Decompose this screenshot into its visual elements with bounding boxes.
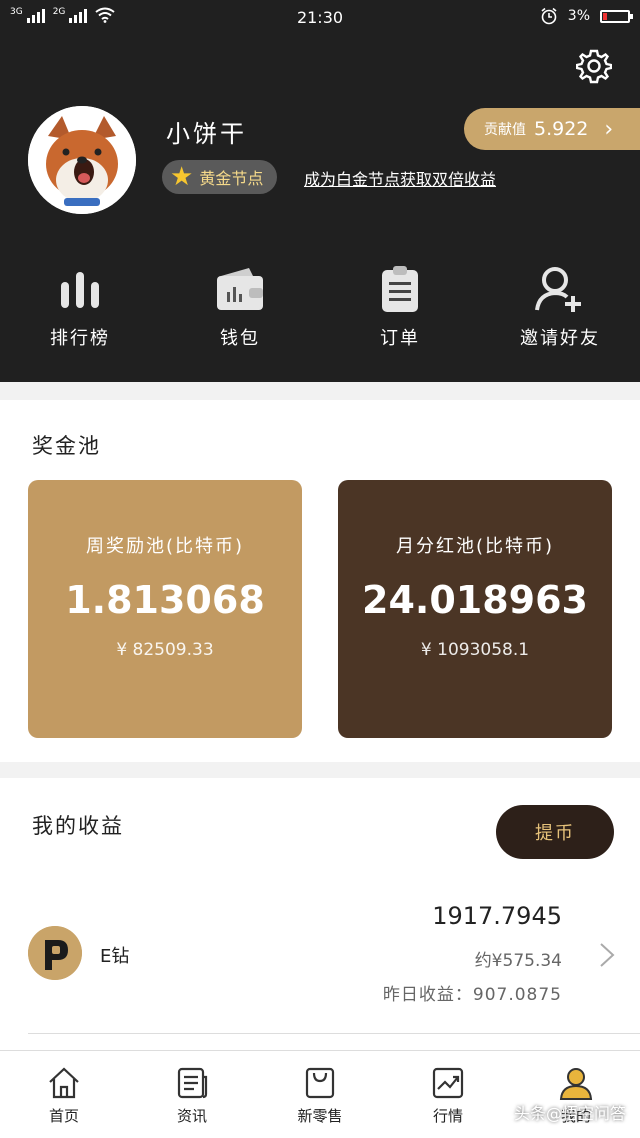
tab-home-label: 首页 bbox=[48, 1107, 79, 1125]
tab-mine[interactable]: 我的 bbox=[512, 1051, 640, 1138]
shopping-bag-icon bbox=[305, 1067, 335, 1099]
user-icon bbox=[559, 1068, 593, 1100]
weekly-pool-amount: 1.813068 bbox=[65, 578, 265, 622]
bar-chart-icon bbox=[61, 272, 99, 308]
quick-actions: 排行榜 钱包 订单 邀请好友 bbox=[0, 262, 640, 350]
watermark: 头条@悟空问答 bbox=[514, 1100, 626, 1124]
coin-name: E钻 bbox=[100, 946, 130, 967]
quick-orders[interactable]: 订单 bbox=[320, 262, 480, 350]
home-icon bbox=[49, 1067, 79, 1099]
status-bar: 3G 2G 21:30 3% bbox=[0, 0, 640, 34]
quick-invite-label: 邀请好友 bbox=[520, 328, 600, 349]
chevron-right-icon bbox=[600, 943, 615, 967]
coin-cny-value: 约¥575.34 bbox=[474, 951, 562, 971]
monthly-pool-card[interactable]: 月分红池(比特币) 24.018963 ¥ 1093058.1 bbox=[338, 480, 612, 738]
my-income-section: 我的收益 提币 E钻 1917.7945 约¥575.34 昨日收益：907.0… bbox=[0, 778, 640, 1050]
quick-wallet[interactable]: 钱包 bbox=[160, 262, 320, 350]
weekly-pool-card[interactable]: 周奖励池(比特币) 1.813068 ¥ 82509.33 bbox=[28, 480, 302, 738]
withdraw-button[interactable]: 提币 bbox=[496, 805, 614, 859]
member-level-badge[interactable]: ★ 黄金节点 bbox=[162, 160, 278, 194]
profile-header: 小饼干 ★ 黄金节点 成为白金节点获取双倍收益 贡献值 5.922 › 排行榜 bbox=[0, 34, 640, 382]
tab-retail-label: 新零售 bbox=[297, 1107, 343, 1125]
watermark-text: 头条@悟空问答 bbox=[513, 1104, 626, 1123]
badge-label: 黄金节点 bbox=[199, 169, 264, 188]
avatar[interactable] bbox=[28, 106, 136, 214]
tab-news-label: 资讯 bbox=[176, 1107, 207, 1125]
upgrade-link[interactable]: 成为白金节点获取双倍收益 bbox=[304, 166, 496, 190]
coin-amount: 1917.7945 bbox=[432, 902, 562, 930]
prize-pool-section: 奖金池 周奖励池(比特币) 1.813068 ¥ 82509.33 月分红池(比… bbox=[0, 400, 640, 762]
my-income-title: 我的收益 bbox=[32, 814, 124, 838]
battery-icon bbox=[600, 9, 633, 23]
tab-home[interactable]: 首页 bbox=[0, 1051, 128, 1138]
weekly-pool-cny: ¥ 82509.33 bbox=[116, 640, 214, 660]
trend-chart-icon bbox=[432, 1067, 464, 1099]
quick-ranking-label: 排行榜 bbox=[50, 328, 110, 349]
settings-gear-icon[interactable] bbox=[576, 48, 612, 84]
shiba-dog-avatar-image bbox=[28, 106, 136, 214]
username: 小饼干 bbox=[166, 120, 247, 148]
monthly-pool-name: 月分红池(比特币) bbox=[395, 536, 555, 557]
quick-invite[interactable]: 邀请好友 bbox=[480, 262, 640, 350]
tab-news[interactable]: 资讯 bbox=[128, 1051, 256, 1138]
coin-yesterday-income: 昨日收益：907.0875 bbox=[382, 985, 562, 1005]
contribution-pill[interactable]: 贡献值 5.922 › bbox=[464, 108, 640, 150]
clipboard-icon bbox=[382, 266, 418, 312]
monthly-pool-cny: ¥ 1093058.1 bbox=[420, 640, 530, 660]
add-user-icon bbox=[535, 267, 581, 312]
divider bbox=[28, 1033, 640, 1034]
coin-logo-icon bbox=[28, 926, 82, 980]
coin-row-e-drill[interactable]: E钻 1917.7945 约¥575.34 昨日收益：907.0875 bbox=[0, 888, 640, 1028]
tab-market[interactable]: 行情 bbox=[384, 1051, 512, 1138]
tab-retail[interactable]: 新零售 bbox=[256, 1051, 384, 1138]
wallet-icon bbox=[217, 268, 263, 310]
bottom-tab-bar: 首页 资讯 新零售 行情 我的 bbox=[0, 1050, 640, 1138]
quick-ranking[interactable]: 排行榜 bbox=[0, 262, 160, 350]
quick-orders-label: 订单 bbox=[380, 328, 420, 349]
prize-pool-title: 奖金池 bbox=[32, 434, 101, 458]
chevron-right-icon: › bbox=[604, 116, 614, 142]
monthly-pool-amount: 24.018963 bbox=[362, 578, 588, 622]
battery-percent: 3% bbox=[567, 8, 590, 24]
contribution-label: 贡献值 bbox=[484, 122, 526, 138]
quick-wallet-label: 钱包 bbox=[220, 328, 260, 349]
star-icon: ★ bbox=[170, 162, 194, 192]
tab-market-label: 行情 bbox=[432, 1107, 463, 1125]
news-icon bbox=[177, 1067, 208, 1099]
weekly-pool-name: 周奖励池(比特币) bbox=[85, 536, 245, 557]
alarm-icon bbox=[541, 7, 557, 25]
contribution-value: 5.922 bbox=[534, 118, 589, 140]
